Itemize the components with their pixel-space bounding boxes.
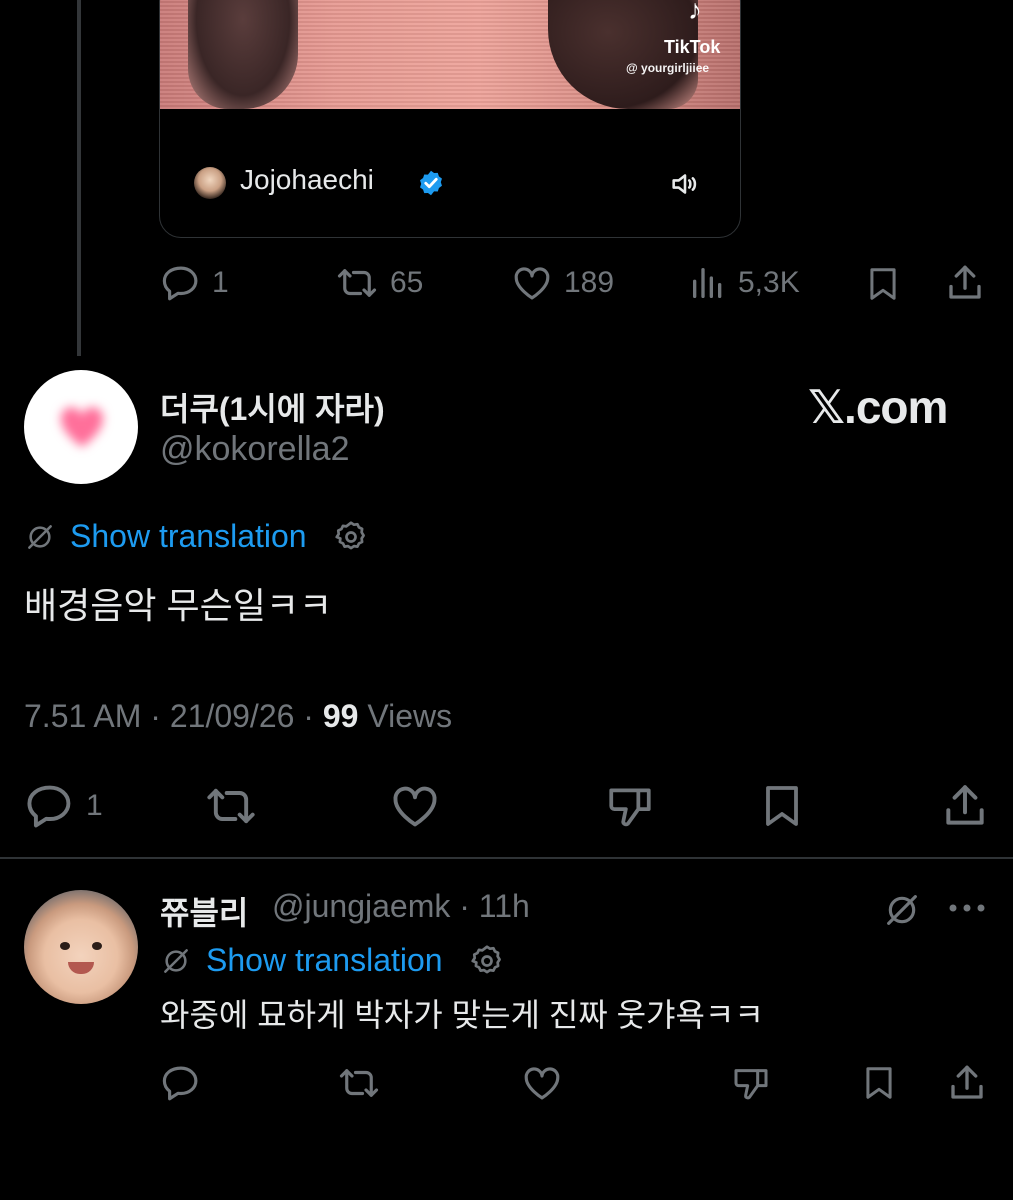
tweet-views-count: 99 xyxy=(322,698,359,734)
quoted-views-count: 5,3K xyxy=(738,266,800,299)
bookmark-icon[interactable] xyxy=(860,1062,898,1104)
quoted-repost-count: 65 xyxy=(390,266,424,299)
avatar-eye-left xyxy=(60,942,70,950)
repost-icon[interactable] xyxy=(336,1062,382,1104)
tweet-views-label: Views xyxy=(358,698,453,734)
reply-translation-row: Show translation xyxy=(160,942,505,979)
avatar-mouth xyxy=(68,962,94,974)
share-icon[interactable] xyxy=(944,262,986,304)
reply-author-display-name[interactable]: 쮸블리 xyxy=(160,888,248,934)
quoted-author-name[interactable]: Jojohaechi xyxy=(240,164,374,196)
dislike-icon[interactable] xyxy=(604,782,656,832)
section-divider xyxy=(0,857,1013,859)
quoted-video-card[interactable]: ♪ TikTok @ yourgirljiiee Jojohaechi xyxy=(159,0,741,238)
reply-author-handle-time[interactable]: @jungjaemk · 11h xyxy=(272,888,530,925)
heart-icon[interactable] xyxy=(388,780,442,832)
pink-heart-avatar-image xyxy=(60,407,104,447)
gear-icon[interactable] xyxy=(469,943,505,979)
no-translation-icon[interactable] xyxy=(882,890,922,930)
no-translation-icon xyxy=(28,524,52,549)
repost-icon xyxy=(337,269,377,297)
repost-icon[interactable] xyxy=(202,780,260,832)
more-options-icon[interactable] xyxy=(946,896,988,920)
reply-show-translation-link[interactable]: Show translation xyxy=(206,942,443,979)
main-author-handle[interactable]: @kokorella2 xyxy=(160,430,350,469)
reply-tweet-text: 와중에 묘하게 박자가 맞는게 진짜 웃갸욕ㅋㅋ xyxy=(160,997,764,1033)
share-icon[interactable] xyxy=(940,780,990,832)
quoted-like-count: 189 xyxy=(564,266,615,299)
bookmark-icon[interactable] xyxy=(864,264,902,304)
main-tweet-text: 배경음악 무슨일ㅋㅋ xyxy=(24,585,333,626)
no-translation-icon xyxy=(164,948,188,973)
tweet-timestamp[interactable]: 7.51 AM · 21/09/26 · xyxy=(24,698,323,734)
thread-connector-line xyxy=(77,0,81,356)
reply-icon xyxy=(27,785,71,828)
heart-icon xyxy=(514,267,550,300)
quoted-author-avatar[interactable] xyxy=(194,167,226,199)
dislike-icon[interactable] xyxy=(730,1064,772,1104)
main-author-display-name[interactable]: 더쿠(1시에 자라) xyxy=(160,384,385,430)
translation-row: Show translation xyxy=(24,518,369,555)
avatar-eye-right xyxy=(92,942,102,950)
verified-badge-icon xyxy=(420,170,442,196)
main-reply-count: 1 xyxy=(86,789,103,822)
video-person-left xyxy=(188,0,298,109)
speaker-icon[interactable] xyxy=(668,167,702,201)
reply-icon xyxy=(162,266,198,301)
quoted-views-action[interactable]: 5,3K xyxy=(688,262,800,304)
quoted-repost-action[interactable]: 65 xyxy=(334,262,423,304)
tweet-meta: 7.51 AM · 21/09/26 · 99 Views xyxy=(24,698,452,735)
share-icon[interactable] xyxy=(946,1062,988,1104)
tiktok-icon: ♪ xyxy=(688,0,702,25)
show-translation-link[interactable]: Show translation xyxy=(70,518,307,555)
video-watermark-brand: TikTok xyxy=(664,37,721,57)
reply-author-avatar[interactable] xyxy=(24,890,138,1004)
quoted-reply-action[interactable]: 1 xyxy=(160,262,229,304)
x-com-logo: 𝕏.com xyxy=(808,381,948,433)
main-author-avatar[interactable] xyxy=(24,370,138,484)
bookmark-icon[interactable] xyxy=(758,780,806,832)
quoted-reply-count: 1 xyxy=(212,266,229,299)
reply-icon[interactable] xyxy=(160,1062,202,1104)
video-thumbnail[interactable]: ♪ TikTok @ yourgirljiiee xyxy=(160,0,740,109)
analytics-icon xyxy=(693,268,722,298)
heart-icon[interactable] xyxy=(520,1062,564,1104)
video-watermark-handle: @ yourgirljiiee xyxy=(626,61,710,75)
quoted-like-action[interactable]: 189 xyxy=(510,262,614,304)
gear-icon[interactable] xyxy=(333,519,369,555)
main-reply-action[interactable]: 1 xyxy=(24,780,103,832)
